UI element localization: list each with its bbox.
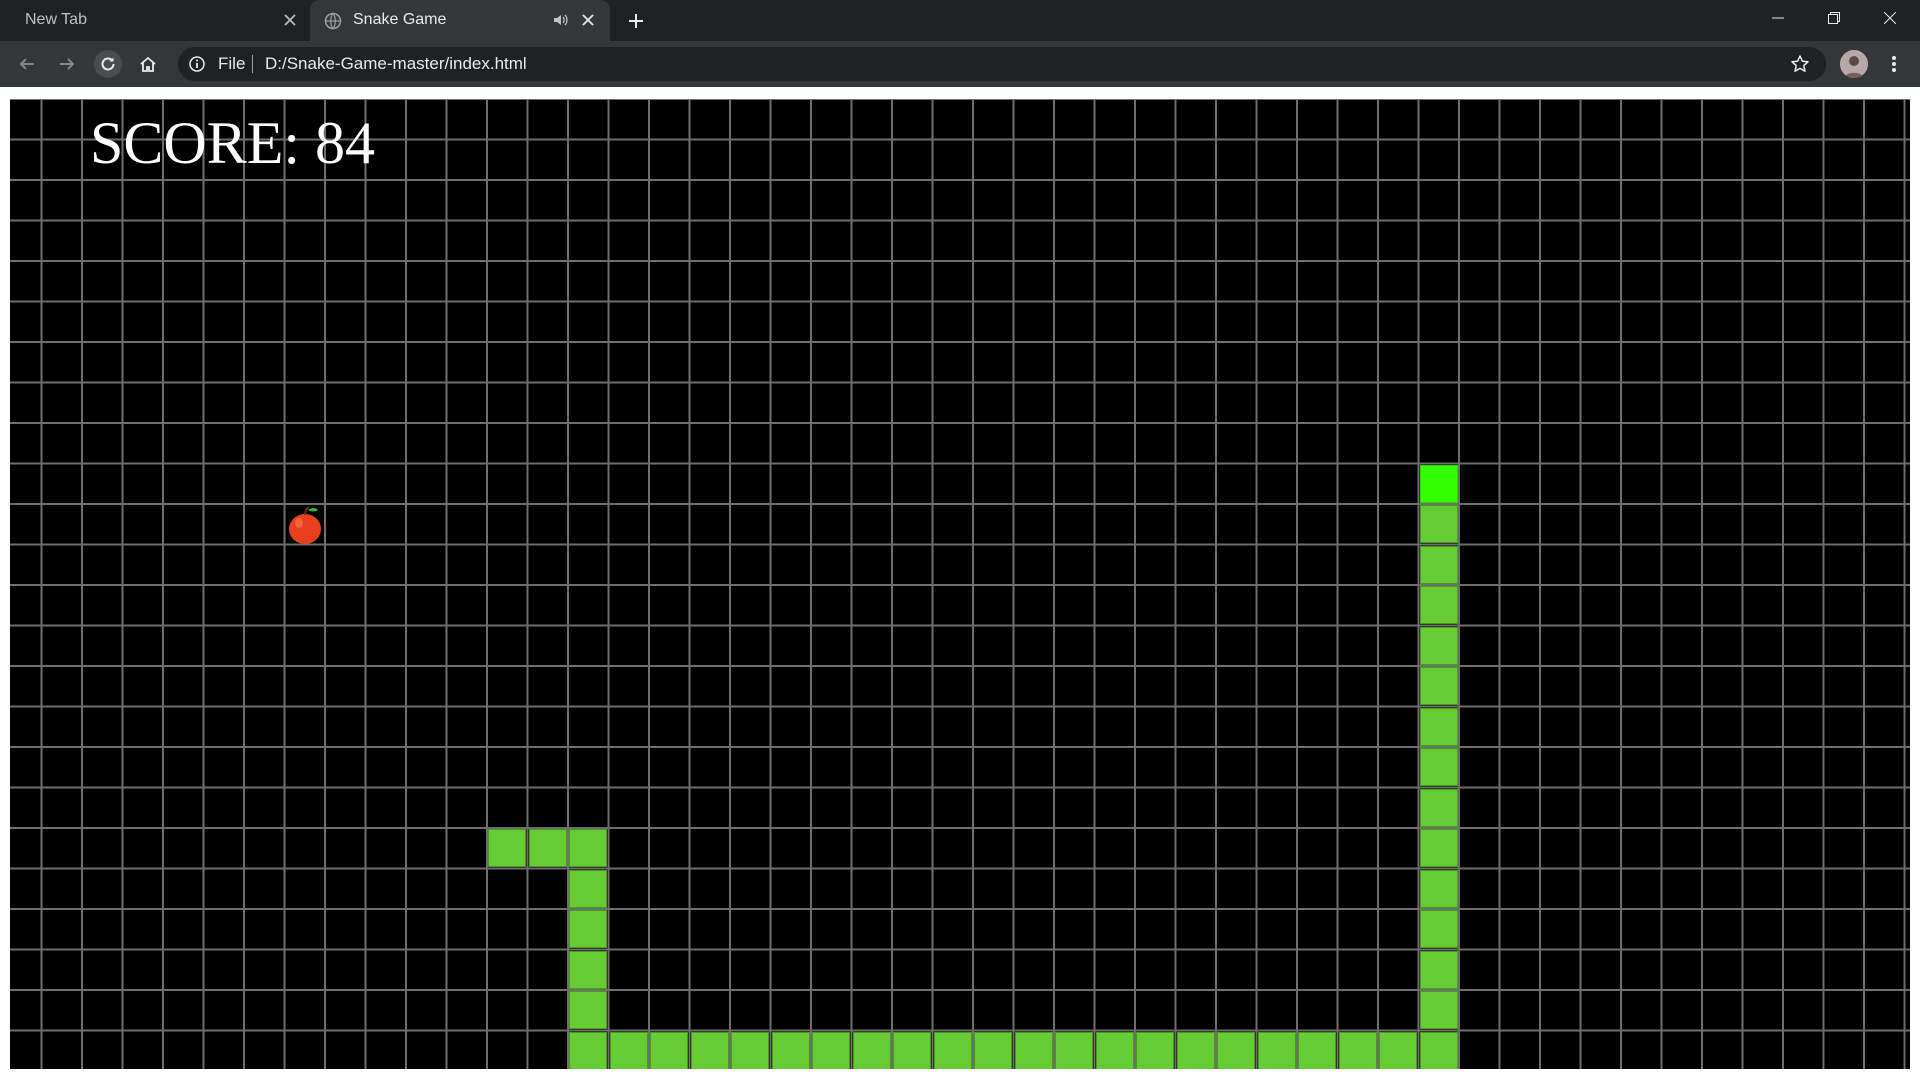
snake-segment (1419, 545, 1458, 584)
snake-segment (1257, 1031, 1296, 1069)
snake-segment (1419, 910, 1458, 948)
snake-segment (1419, 1031, 1458, 1069)
restore-button[interactable] (1806, 0, 1862, 36)
snake-segment (974, 1031, 1012, 1069)
snake-segment (569, 869, 607, 908)
snake-segment (1419, 748, 1458, 786)
tab-title: Snake Game (353, 11, 447, 28)
snake-segment (1176, 1031, 1215, 1069)
close-icon[interactable] (280, 10, 300, 30)
snake-segment (1419, 869, 1458, 908)
snake-segment (812, 1031, 850, 1069)
bookmark-star-icon[interactable] (1790, 54, 1810, 74)
speaker-icon[interactable] (552, 11, 570, 29)
snake-segment (1419, 505, 1458, 543)
snake-segment (569, 829, 607, 867)
snake-segment (1379, 1031, 1417, 1069)
snake-segment (569, 1031, 607, 1069)
snake-segment (1136, 1031, 1174, 1069)
reload-button[interactable] (94, 50, 122, 78)
snake-segment (1298, 1031, 1336, 1069)
snake-segment (609, 1031, 648, 1069)
apple-food (285, 502, 325, 546)
snake-segment (488, 829, 526, 867)
new-tab-button[interactable] (624, 9, 648, 33)
score-display: SCORE: 84 (90, 110, 376, 176)
back-button[interactable] (13, 50, 41, 78)
url-text[interactable]: D:/Snake-Game-master/index.html (265, 54, 527, 74)
snake-segment (569, 991, 607, 1029)
snake-segment (1055, 1031, 1093, 1069)
page-bottom (0, 1069, 1920, 1080)
avatar-icon (1840, 50, 1868, 78)
tab-new-tab[interactable]: New Tab (0, 0, 310, 41)
snake-segment (1419, 788, 1458, 827)
snake-segment (852, 1031, 891, 1069)
url-scheme: File (218, 54, 246, 73)
snake-segment (1014, 1031, 1053, 1069)
snake-segment (1095, 1031, 1134, 1069)
divider (252, 55, 253, 73)
snake-segment (1419, 950, 1458, 989)
home-button[interactable] (134, 50, 162, 78)
snake-segment (1419, 829, 1458, 867)
snake-segment (1419, 667, 1458, 705)
tab-title: New Tab (25, 11, 87, 28)
close-icon[interactable] (578, 10, 598, 30)
snake-segment (1419, 586, 1458, 624)
kebab-menu-icon (1892, 56, 1896, 72)
snake-segment (933, 1031, 972, 1069)
profile-avatar[interactable] (1840, 50, 1868, 78)
tab-strip: New Tab Snake Game (0, 0, 1920, 41)
info-icon[interactable] (188, 55, 206, 73)
snake-segment (1217, 1031, 1255, 1069)
snake-segment (650, 1031, 688, 1069)
close-window-button[interactable] (1862, 0, 1918, 36)
reload-icon (101, 57, 115, 71)
snake-segment (893, 1031, 931, 1069)
address-bar[interactable]: File D:/Snake-Game-master/index.html (178, 47, 1826, 81)
menu-button[interactable] (1880, 50, 1908, 78)
forward-button[interactable] (53, 50, 81, 78)
plus-icon (629, 14, 643, 28)
snake-segment (1419, 707, 1458, 746)
snake-segment (731, 1031, 769, 1069)
restore-icon (1828, 12, 1840, 24)
snake-segment (1419, 991, 1458, 1029)
arrow-left-icon (19, 58, 34, 70)
close-icon (1884, 12, 1896, 24)
globe-icon (324, 12, 342, 30)
snake-segment (690, 1031, 729, 1069)
snake-segment (569, 950, 607, 989)
apple-icon (288, 506, 321, 544)
minimize-icon (1772, 17, 1784, 19)
minimize-button[interactable] (1750, 0, 1806, 36)
tab-snake-game[interactable]: Snake Game (310, 0, 610, 41)
snake-segment (771, 1031, 810, 1069)
snake-segment (569, 910, 607, 948)
home-icon (140, 56, 156, 72)
snake-head (1419, 464, 1458, 503)
snake-segment (1338, 1031, 1377, 1069)
arrow-right-icon (60, 58, 75, 70)
snake-segment (528, 829, 567, 867)
game-canvas[interactable]: SCORE: 84 (10, 99, 1910, 1069)
browser-toolbar: File D:/Snake-Game-master/index.html (0, 41, 1920, 87)
snake-segment (1419, 626, 1458, 665)
